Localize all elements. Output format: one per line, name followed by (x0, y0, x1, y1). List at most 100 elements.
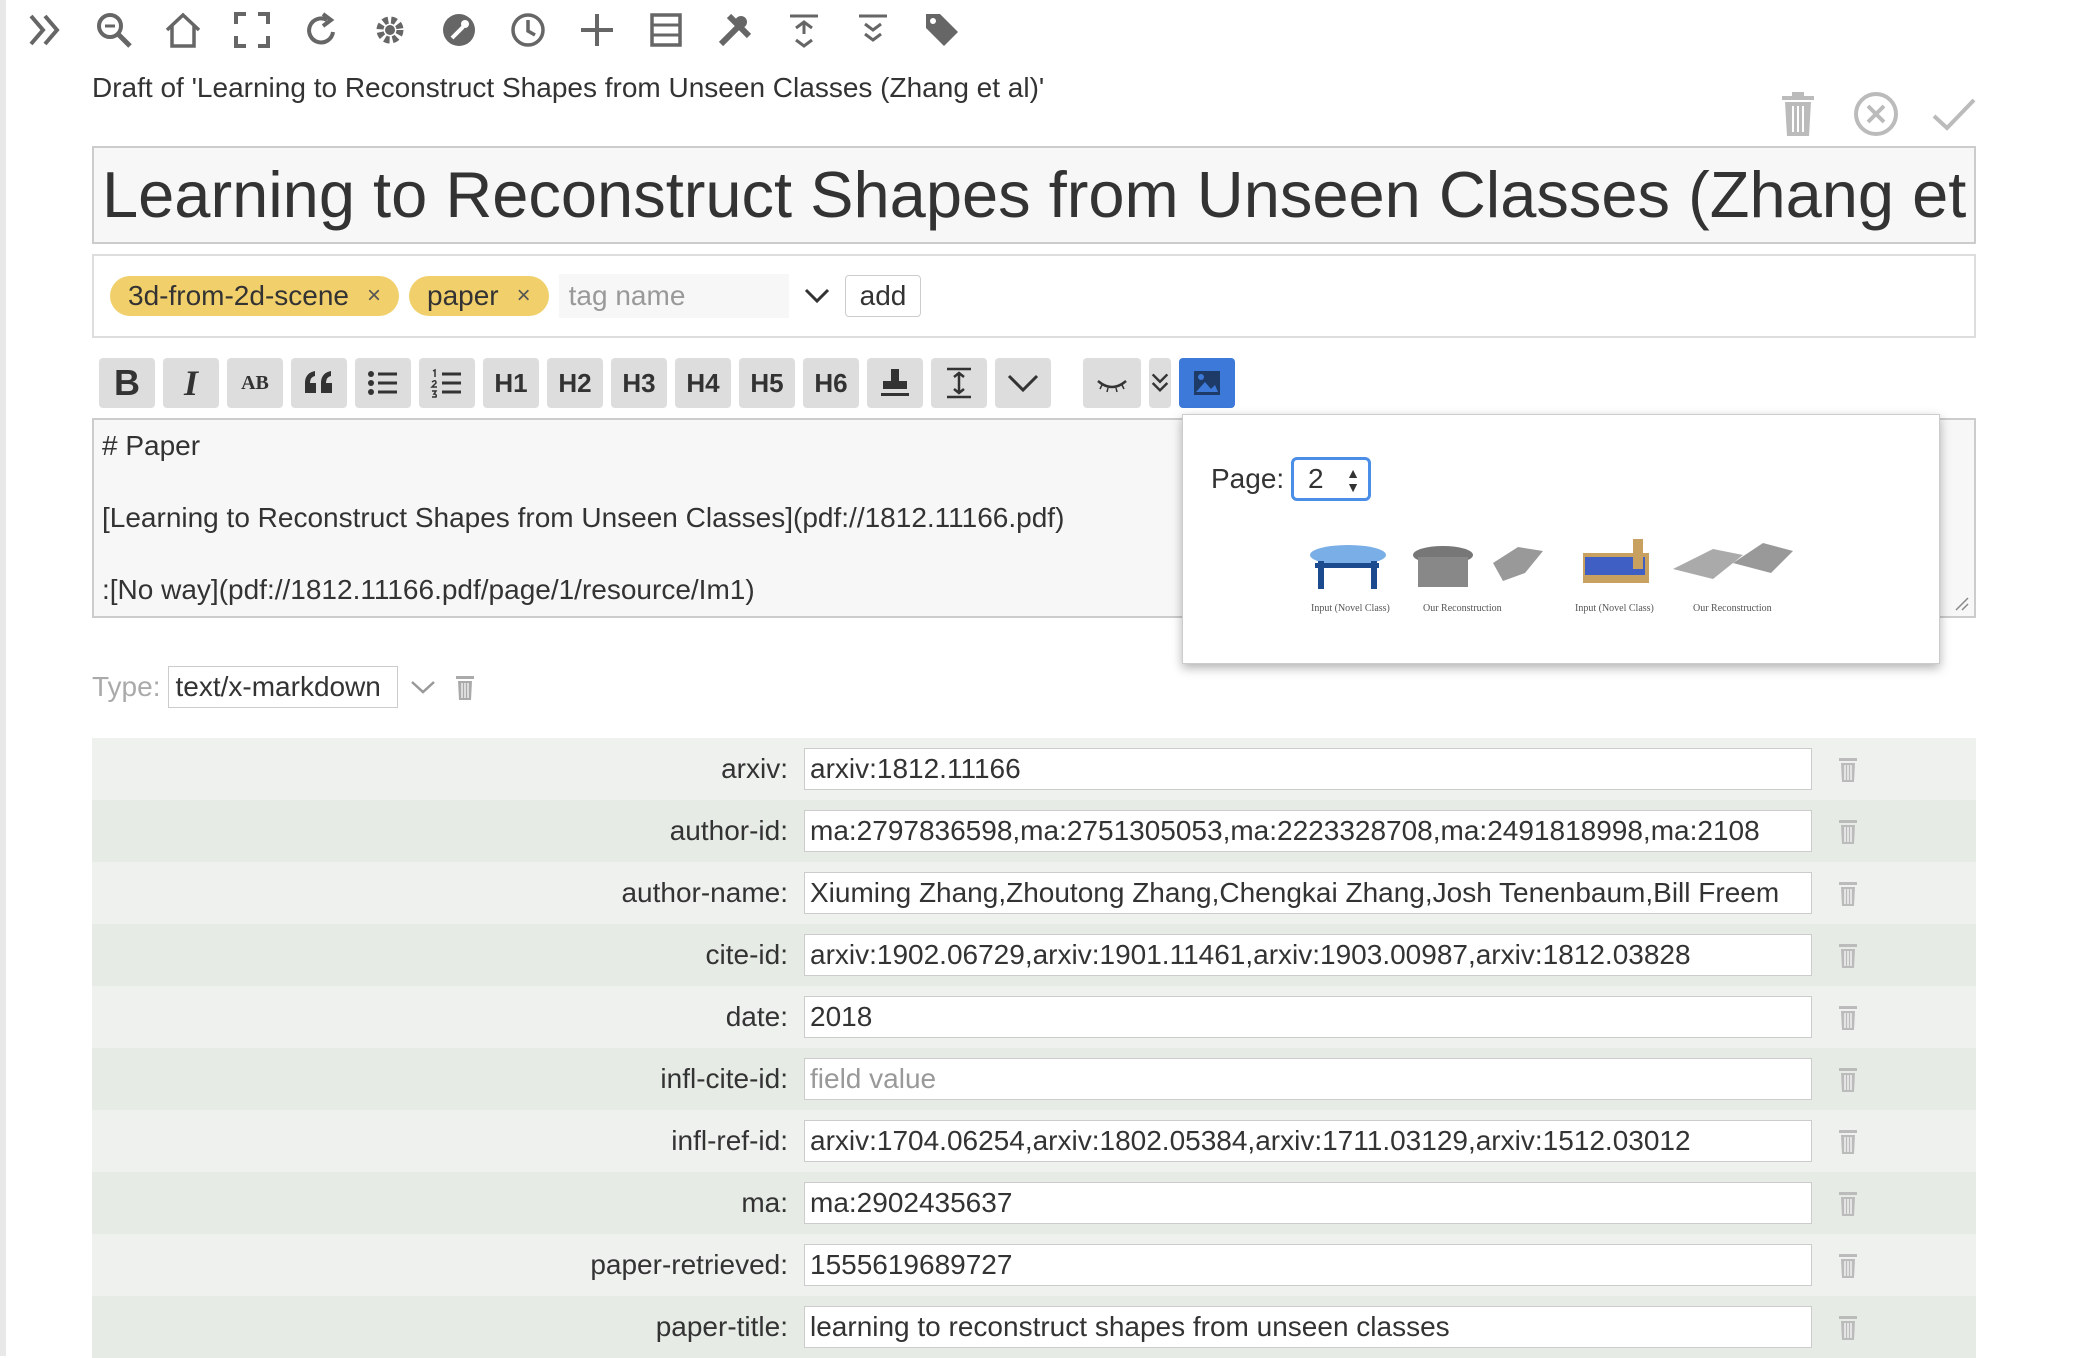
numbered-list-button[interactable] (419, 358, 475, 408)
field-input[interactable]: ma:2797836598,ma:2751305053,ma:222332870… (804, 810, 1812, 852)
chevron-down-icon (1007, 374, 1039, 393)
smallcaps-button[interactable]: AB (227, 358, 283, 408)
field-row: author-id: ma:2797836598,ma:2751305053,m… (92, 800, 1976, 862)
control-panel-button[interactable] (424, 4, 493, 56)
chevron-down-icon (804, 288, 829, 304)
line-height-button[interactable] (931, 358, 987, 408)
add-tag-button[interactable]: add (844, 275, 922, 317)
delete-field-button[interactable] (1832, 1307, 1864, 1347)
pdf-image-button[interactable] (1179, 358, 1235, 408)
remove-tag-button[interactable]: × (367, 282, 381, 310)
unfold-all-button[interactable] (838, 4, 907, 56)
field-label: infl-ref-id: (671, 1125, 788, 1156)
delete-field-button[interactable] (1832, 1183, 1864, 1223)
fullscreen-button[interactable] (217, 4, 286, 56)
field-input[interactable]: arxiv:1812.11166 (804, 748, 1812, 790)
save-button[interactable] (1928, 88, 1980, 140)
field-label: paper-title: (655, 1311, 788, 1342)
title-input[interactable]: Learning to Reconstruct Shapes from Unse… (92, 146, 1976, 244)
h4-label: H4 (686, 367, 720, 398)
delete-field-button[interactable] (1832, 1121, 1864, 1161)
trash-icon (1839, 944, 1857, 968)
trash-icon (1839, 882, 1857, 906)
cancel-button[interactable] (1850, 88, 1902, 140)
reconstruction-body (1418, 557, 1468, 587)
refresh-button[interactable] (286, 4, 355, 56)
storage-icon (649, 13, 682, 47)
h4-button[interactable]: H4 (675, 358, 731, 408)
type-input[interactable]: text/x-markdown (168, 666, 399, 708)
page-select[interactable]: 2 ▲ ▼ (1291, 457, 1371, 501)
left-border (0, 0, 6, 1356)
delete-field-button[interactable] (1832, 873, 1864, 913)
h2-button[interactable]: H2 (547, 358, 603, 408)
pdf-page-preview[interactable]: Input (Novel Class) Our Reconstruction I… (1293, 533, 1813, 623)
resize-grip-icon[interactable] (1954, 596, 1970, 612)
field-row: date: 2018 (92, 986, 1976, 1048)
delete-field-button[interactable] (1832, 935, 1864, 975)
field-input[interactable]: ma:2902435637 (804, 1182, 1812, 1224)
tools-button[interactable] (700, 4, 769, 56)
stamp-button[interactable] (867, 358, 923, 408)
delete-field-button[interactable] (1832, 997, 1864, 1037)
tags-button[interactable] (907, 4, 976, 56)
refresh-icon (306, 12, 335, 45)
remove-tag-button[interactable]: × (517, 282, 531, 310)
table-apron (1315, 563, 1379, 568)
delete-type-button[interactable] (448, 666, 482, 708)
close-sidebar-button[interactable] (10, 4, 79, 56)
history-button[interactable] (493, 4, 562, 56)
chevron-double-right-icon (28, 14, 60, 46)
type-dropdown-button[interactable] (406, 666, 440, 708)
field-input[interactable]: 1555619689727 (804, 1244, 1812, 1286)
quote-button[interactable] (291, 358, 347, 408)
delete-field-button[interactable] (1832, 749, 1864, 789)
tag-name-input[interactable]: tag name (558, 274, 789, 318)
delete-field-button[interactable] (1832, 1245, 1864, 1285)
field-input[interactable]: field value (804, 1058, 1812, 1100)
close-circle-icon (1854, 92, 1898, 136)
h3-button[interactable]: H3 (611, 358, 667, 408)
field-row: ma: ma:2902435637 (92, 1172, 1976, 1234)
history-icon (510, 13, 545, 47)
field-label: date: (725, 1001, 788, 1032)
preview-type-dropdown[interactable] (1149, 358, 1171, 408)
trash-icon (1782, 92, 1814, 136)
preview-caption: Input (Novel Class) (1575, 603, 1654, 614)
field-input[interactable]: 2018 (804, 996, 1812, 1038)
chevron-down-icon (411, 681, 436, 694)
delete-field-button[interactable] (1832, 811, 1864, 851)
tools-icon (718, 13, 751, 47)
h6-button[interactable]: H6 (803, 358, 859, 408)
tag-pill: paper × (409, 276, 549, 316)
field-input[interactable]: learning to reconstruct shapes from unse… (804, 1306, 1812, 1348)
tag-dropdown-button[interactable] (799, 274, 835, 318)
fold-all-button[interactable] (769, 4, 838, 56)
field-input[interactable]: Xiuming Zhang,Zhoutong Zhang,Chengkai Zh… (804, 872, 1812, 914)
bold-button[interactable]: B (99, 358, 155, 408)
italic-button[interactable]: I (163, 358, 219, 408)
reconstruction-view (1493, 547, 1543, 581)
h1-button[interactable]: H1 (483, 358, 539, 408)
preview-toggle-button[interactable] (1083, 358, 1141, 408)
wrench-icon (442, 14, 475, 46)
trash-icon (1839, 758, 1857, 782)
search-button[interactable] (79, 4, 148, 56)
bullet-list-button[interactable] (355, 358, 411, 408)
storage-button[interactable] (631, 4, 700, 56)
stamp-icon (881, 369, 909, 396)
home-button[interactable] (148, 4, 217, 56)
h5-button[interactable]: H5 (739, 358, 795, 408)
chevron-double-down-icon (1151, 373, 1169, 393)
field-input[interactable]: arxiv:1704.06254,arxiv:1802.05384,arxiv:… (804, 1120, 1812, 1162)
image-icon (1194, 371, 1220, 395)
field-input[interactable]: arxiv:1902.06729,arxiv:1901.11461,arxiv:… (804, 934, 1812, 976)
delete-field-button[interactable] (1832, 1059, 1864, 1099)
trash-icon (1839, 820, 1857, 844)
delete-button[interactable] (1772, 88, 1824, 140)
more-formats-button[interactable] (995, 358, 1051, 408)
fold-icon (789, 14, 818, 48)
settings-button[interactable] (355, 4, 424, 56)
trash-icon (1839, 1192, 1857, 1216)
new-tiddler-button[interactable] (562, 4, 631, 56)
